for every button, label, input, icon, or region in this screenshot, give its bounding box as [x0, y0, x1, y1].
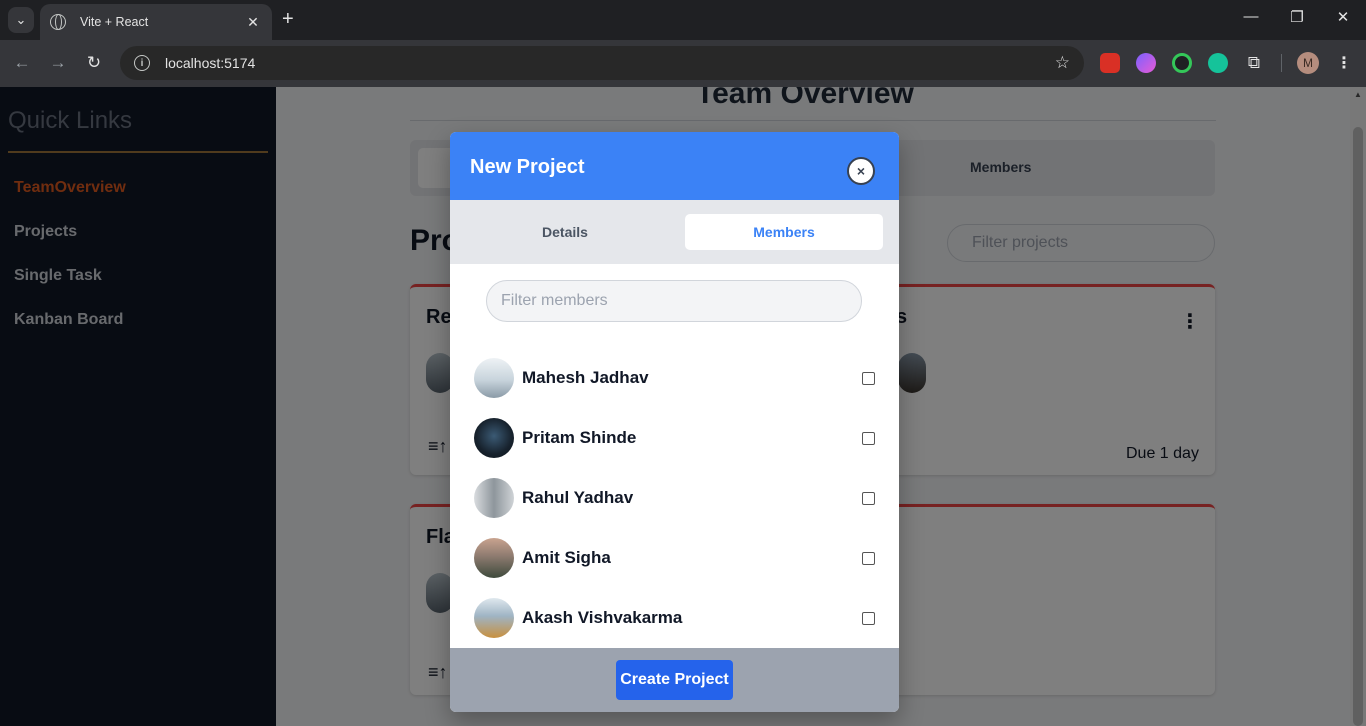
member-avatar	[474, 598, 514, 638]
minimize-icon[interactable]: —	[1236, 8, 1266, 25]
extension-2-icon[interactable]	[1136, 53, 1156, 73]
member-avatar	[474, 538, 514, 578]
page: Quick Links TeamOverview Projects Single…	[0, 87, 1366, 726]
forward-icon[interactable]: →	[47, 53, 69, 73]
member-avatar	[474, 358, 514, 398]
site-info-icon[interactable]: i	[134, 55, 150, 71]
window-close-icon[interactable]: ✕	[1328, 8, 1358, 26]
new-project-modal: New Project × Details Members Filter mem…	[450, 132, 899, 712]
extension-3-icon[interactable]	[1172, 53, 1192, 73]
extensions-puzzle-icon[interactable]: ⧉	[1244, 53, 1264, 73]
member-avatar	[474, 418, 514, 458]
member-row[interactable]: Mahesh Jadhav	[474, 358, 884, 398]
member-checkbox[interactable]	[862, 372, 875, 385]
member-name: Mahesh Jadhav	[522, 368, 649, 387]
tab-search-icon[interactable]: ⌄	[8, 7, 34, 33]
member-name: Rahul Yadhav	[522, 488, 634, 507]
member-row[interactable]: Akash Vishvakarma	[474, 598, 884, 638]
browser-tab[interactable]: Vite + React ✕	[40, 4, 272, 40]
modal-header: New Project ×	[450, 132, 899, 200]
modal-footer: Create Project	[450, 648, 899, 712]
back-icon[interactable]: ←	[11, 53, 33, 73]
browser-toolbar: ← → ↻ i localhost:5174 ☆ ⧉	[0, 40, 1366, 87]
new-tab-icon[interactable]: +	[282, 9, 294, 29]
member-row[interactable]: Amit Sigha	[474, 538, 884, 578]
filter-members-input[interactable]: Filter members	[486, 280, 862, 322]
tab-members-active[interactable]: Members	[685, 214, 883, 250]
member-row[interactable]: Rahul Yadhav	[474, 478, 884, 518]
member-name: Amit Sigha	[522, 548, 611, 567]
url-text[interactable]: localhost:5174	[165, 55, 1055, 71]
member-avatar	[474, 478, 514, 518]
create-project-button[interactable]: Create Project	[616, 660, 733, 700]
restore-icon[interactable]: ❐	[1282, 8, 1312, 26]
profile-avatar[interactable]: M	[1297, 52, 1319, 74]
globe-icon	[50, 14, 66, 30]
address-bar[interactable]: i localhost:5174 ☆	[120, 46, 1084, 80]
member-row[interactable]: Pritam Shinde	[474, 418, 884, 458]
grammarly-icon[interactable]	[1208, 53, 1228, 73]
tab-close-icon[interactable]: ✕	[244, 14, 262, 31]
tab-details[interactable]: Details	[466, 214, 664, 250]
tab-title: Vite + React	[80, 15, 149, 29]
member-checkbox[interactable]	[862, 432, 875, 445]
member-name: Pritam Shinde	[522, 428, 637, 447]
member-checkbox[interactable]	[862, 552, 875, 565]
member-checkbox[interactable]	[862, 492, 875, 505]
extension-1-icon[interactable]	[1100, 53, 1120, 73]
toolbar-divider	[1281, 54, 1282, 72]
reload-icon[interactable]: ↻	[83, 53, 105, 73]
modal-tabs: Details Members	[450, 200, 899, 264]
bookmark-star-icon[interactable]: ☆	[1055, 53, 1070, 73]
modal-title: New Project	[470, 156, 585, 178]
member-checkbox[interactable]	[862, 612, 875, 625]
close-icon[interactable]: ×	[847, 157, 875, 185]
browser-menu-icon[interactable]: ⋮	[1336, 53, 1352, 73]
member-name: Akash Vishvakarma	[522, 608, 683, 627]
browser-tab-bar: ⌄ Vite + React ✕ + — ❐ ✕	[0, 0, 1366, 40]
